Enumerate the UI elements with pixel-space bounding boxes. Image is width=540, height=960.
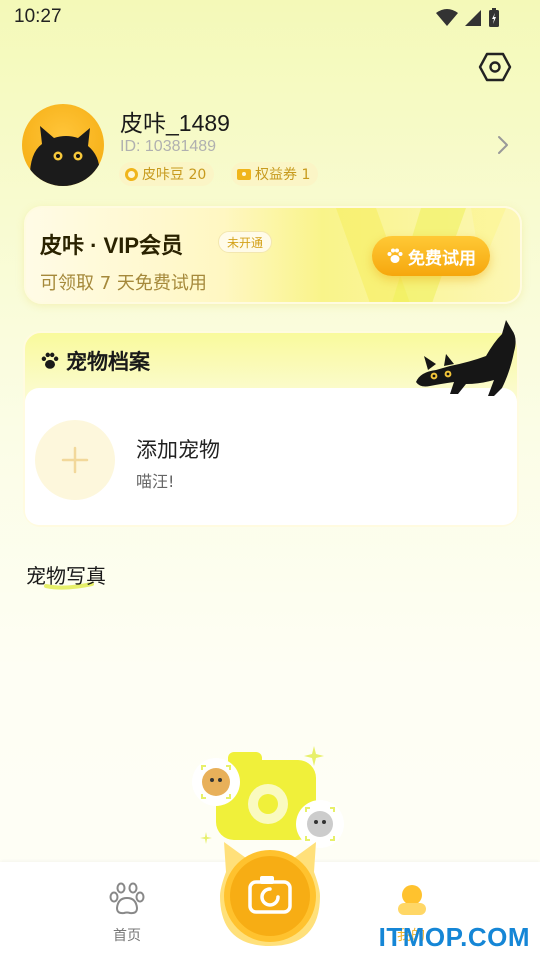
add-pet-subtitle: 喵汪!: [136, 472, 175, 491]
vip-subtitle: 可领取 7 天免费试用: [40, 273, 207, 294]
bean-icon: [125, 167, 138, 181]
paw-icon: [387, 248, 403, 263]
free-trial-button[interactable]: 免费试用: [372, 236, 490, 276]
pet-archive-header: 宠物档案: [40, 346, 150, 376]
user-id: ID: 10381489: [120, 138, 217, 155]
black-cat-avatar-icon: [29, 126, 100, 186]
battery-icon: [489, 8, 499, 27]
ticket-icon: [237, 168, 251, 180]
free-trial-label: 免费试用: [408, 248, 476, 269]
status-time: 10:27: [14, 6, 62, 27]
paw-icon: [41, 352, 59, 369]
add-pet-title: 添加宠物: [136, 438, 220, 462]
wifi-icon: [436, 9, 458, 26]
black-cat-illustration-icon: [416, 320, 516, 396]
settings-icon[interactable]: [478, 50, 512, 84]
beans-label: 皮咔豆 20: [142, 167, 207, 183]
pet-photo-title: 宠物写真: [26, 564, 106, 588]
vip-status-badge: 未开通: [218, 231, 273, 253]
beans-badge[interactable]: 皮咔豆 20: [119, 162, 215, 186]
plus-icon: [61, 446, 89, 474]
username: 皮咔_1489: [120, 110, 230, 136]
nav-home-label[interactable]: 首页: [113, 925, 141, 945]
coupons-label: 权益券 1: [255, 167, 311, 183]
vip-title: 皮咔 · VIP会员: [40, 233, 184, 258]
watermark: ITMOP.COM: [378, 922, 530, 952]
coupon-badge[interactable]: 权益券 1: [231, 162, 319, 186]
camera-button[interactable]: [220, 838, 320, 946]
avatar[interactable]: [22, 104, 104, 186]
signal-icon: [465, 10, 481, 26]
user-profile-icon[interactable]: [395, 884, 429, 916]
chevron-right-icon[interactable]: [496, 134, 510, 156]
status-icons: [436, 8, 500, 28]
add-pet-button[interactable]: [35, 420, 115, 500]
paw-home-icon[interactable]: [108, 882, 146, 916]
pet-archive-title: 宠物档案: [66, 351, 150, 374]
